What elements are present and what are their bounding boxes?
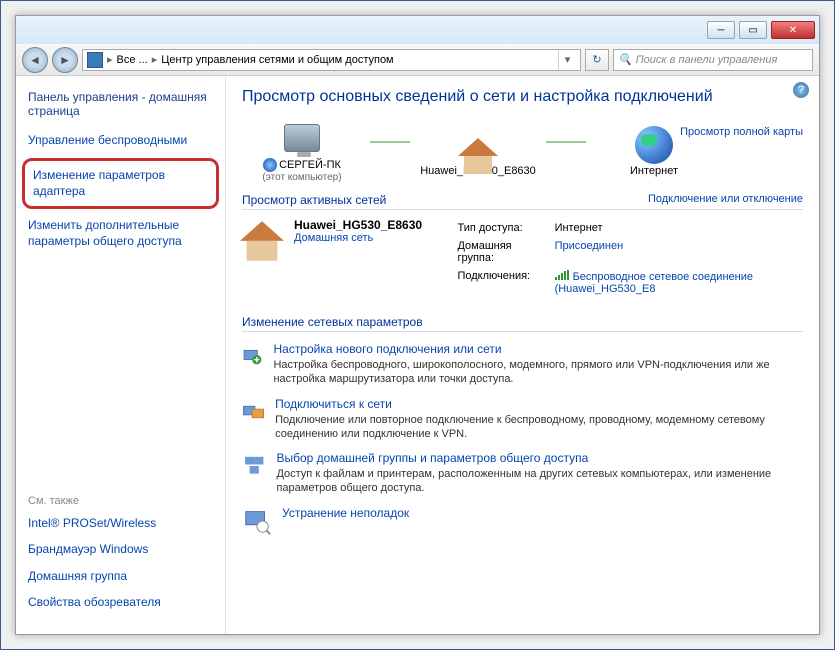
active-network: Huawei_HG530_E8630 Домашняя сеть Тип дос…	[242, 218, 803, 299]
globe-icon	[635, 126, 673, 164]
titlebar: ─ ▭ ✕	[16, 16, 819, 44]
task-homegroup[interactable]: Выбор домашней группы и параметров общег…	[242, 451, 803, 496]
access-label: Тип доступа:	[457, 220, 552, 236]
see-also-homegroup[interactable]: Домашняя группа	[28, 568, 213, 584]
map-pc-label: СЕРГЕЙ-ПК	[279, 159, 341, 171]
navbar: ◄ ► ▸ Все ... ▸ Центр управления сетями …	[16, 44, 819, 76]
control-panel-icon	[87, 52, 103, 68]
network-details: Тип доступа:Интернет Домашняя группа:При…	[455, 218, 803, 299]
map-connector	[370, 141, 410, 143]
troubleshoot-icon	[242, 506, 272, 536]
task-desc: Доступ к файлам и принтерам, расположенн…	[276, 467, 803, 496]
new-connection-icon	[242, 342, 263, 372]
task-title[interactable]: Подключиться к сети	[275, 397, 803, 411]
forward-button[interactable]: ►	[52, 47, 78, 73]
task-title[interactable]: Настройка нового подключения или сети	[273, 342, 803, 356]
access-value: Интернет	[555, 220, 801, 236]
see-also-internet-options[interactable]: Свойства обозревателя	[28, 594, 213, 610]
section-active-networks: Просмотр активных сетей Подключение или …	[242, 193, 803, 210]
chevron-right-icon: ▸	[152, 53, 158, 66]
main-pane: ? Просмотр основных сведений о сети и на…	[226, 76, 819, 634]
refresh-button[interactable]: ↻	[585, 49, 609, 71]
map-connector	[546, 141, 586, 143]
task-title[interactable]: Выбор домашней группы и параметров общег…	[276, 451, 803, 465]
task-desc: Настройка беспроводного, широкополосного…	[273, 358, 803, 387]
map-node-router: Huawei_HG530_E8630	[418, 125, 538, 177]
section-label: Изменение сетевых параметров	[242, 315, 423, 329]
address-dropdown[interactable]: ▾	[558, 50, 576, 70]
see-also-firewall[interactable]: Брандмауэр Windows	[28, 541, 213, 557]
homegroup-label: Домашняя группа:	[457, 238, 552, 266]
house-icon	[242, 218, 286, 262]
breadcrumb-seg[interactable]: Все ...	[117, 54, 148, 66]
globe-icon	[263, 158, 277, 172]
homegroup-link[interactable]: Присоединен	[555, 240, 624, 252]
chevron-right-icon: ▸	[107, 53, 113, 66]
body: Панель управления - домашняя страница Уп…	[16, 76, 819, 634]
network-type-link[interactable]: Домашняя сеть	[294, 232, 373, 244]
window-frame: ─ ▭ ✕ ◄ ► ▸ Все ... ▸ Центр управления с…	[0, 0, 835, 650]
sidebar-item-adapter-settings[interactable]: Изменение параметров адаптера	[22, 158, 219, 208]
task-desc: Подключение или повторное подключение к …	[275, 413, 803, 442]
search-placeholder: Поиск в панели управления	[636, 54, 778, 66]
monitor-icon	[284, 124, 320, 152]
homegroup-icon	[242, 451, 266, 481]
minimize-button[interactable]: ─	[707, 21, 735, 39]
sidebar-item-wireless[interactable]: Управление беспроводными	[28, 132, 213, 148]
see-also-intel[interactable]: Intel® PROSet/Wireless	[28, 515, 213, 531]
full-map-link[interactable]: Просмотр полной карты	[680, 126, 803, 138]
section-change-settings: Изменение сетевых параметров	[242, 315, 803, 332]
connect-icon	[242, 397, 265, 427]
back-button[interactable]: ◄	[22, 47, 48, 73]
signal-icon	[555, 270, 569, 280]
network-name: Huawei_HG530_E8630	[294, 218, 422, 232]
page-title: Просмотр основных сведений о сети и наст…	[242, 88, 803, 106]
sidebar: Панель управления - домашняя страница Уп…	[16, 76, 226, 634]
map-pc-sublabel: (этот компьютер)	[262, 172, 341, 183]
network-identity: Huawei_HG530_E8630 Домашняя сеть	[242, 218, 441, 299]
connections-label: Подключения:	[457, 268, 552, 297]
task-new-connection[interactable]: Настройка нового подключения или сети На…	[242, 342, 803, 387]
help-icon[interactable]: ?	[793, 82, 809, 98]
task-troubleshoot[interactable]: Устранение неполадок	[242, 506, 803, 536]
house-icon	[458, 138, 498, 156]
see-also-label: См. также	[28, 495, 213, 507]
window-inner: ─ ▭ ✕ ◄ ► ▸ Все ... ▸ Центр управления с…	[15, 15, 820, 635]
task-title[interactable]: Устранение неполадок	[282, 506, 409, 520]
map-internet-label: Интернет	[630, 165, 678, 177]
sidebar-item-sharing[interactable]: Изменить дополнительные параметры общего…	[28, 217, 213, 249]
connect-disconnect-link[interactable]: Подключение или отключение	[648, 193, 803, 207]
connection-link[interactable]: Беспроводное сетевое соединение (Huawei_…	[555, 271, 753, 295]
search-input[interactable]: 🔍 Поиск в панели управления	[613, 49, 813, 71]
section-label: Просмотр активных сетей	[242, 193, 386, 207]
address-bar[interactable]: ▸ Все ... ▸ Центр управления сетями и об…	[82, 49, 581, 71]
close-button[interactable]: ✕	[771, 21, 815, 39]
task-connect[interactable]: Подключиться к сети Подключение или повт…	[242, 397, 803, 442]
breadcrumb-seg[interactable]: Центр управления сетями и общим доступом	[161, 54, 393, 66]
maximize-button[interactable]: ▭	[739, 21, 767, 39]
sidebar-home[interactable]: Панель управления - домашняя страница	[28, 90, 213, 118]
map-node-pc: СЕРГЕЙ-ПК (этот компьютер)	[242, 118, 362, 183]
search-icon: 🔍	[618, 53, 632, 66]
